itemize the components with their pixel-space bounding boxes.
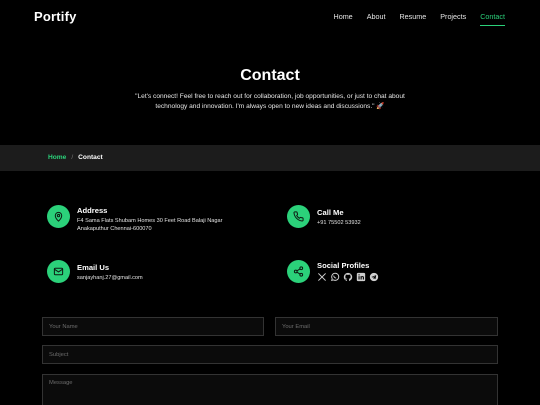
page-title: Contact	[240, 67, 300, 84]
whatsapp-icon[interactable]	[330, 272, 340, 282]
envelope-icon	[47, 260, 70, 283]
address-line-1: F4 Sama Flats Shubam Homes 30 Feet Road …	[77, 218, 223, 224]
github-icon[interactable]	[343, 272, 353, 282]
call-block: Call Me +91 75502 53932	[287, 205, 361, 228]
social-block: Social Profiles	[287, 260, 379, 283]
rocket-emoji: 🚀	[376, 103, 385, 110]
map-pin-icon	[47, 205, 70, 228]
page-intro: "Let's connect! Feel free to reach out f…	[125, 92, 415, 112]
breadcrumb-separator: /	[71, 154, 74, 161]
breadcrumb-bar: Home / Contact	[0, 145, 540, 171]
email-address[interactable]: sanjayhanj.27@gmail.com	[77, 274, 143, 282]
email-block: Email Us sanjayhanj.27@gmail.com	[47, 260, 143, 283]
social-title: Social Profiles	[317, 261, 370, 270]
nav-about[interactable]: About	[367, 12, 386, 24]
call-content: Call Me +91 75502 53932	[317, 205, 361, 228]
site-header: Portify Home About Resume Projects Conta…	[0, 0, 540, 36]
linkedin-icon[interactable]	[356, 272, 366, 282]
phone-number[interactable]: +91 75502 53932	[317, 219, 361, 227]
social-content: Social Profiles	[317, 260, 379, 283]
email-content: Email Us sanjayhanj.27@gmail.com	[77, 260, 143, 283]
nav-contact[interactable]: Contact	[480, 12, 505, 26]
breadcrumb: Home / Contact	[48, 154, 103, 161]
call-title: Call Me	[317, 208, 344, 217]
breadcrumb-home-link[interactable]: Home	[48, 154, 66, 161]
nav-home[interactable]: Home	[334, 12, 353, 24]
breadcrumb-current: Contact	[78, 154, 103, 161]
share-icon	[287, 260, 310, 283]
message-textarea[interactable]	[42, 374, 498, 405]
x-twitter-icon[interactable]	[317, 272, 327, 282]
nav-projects[interactable]: Projects	[440, 12, 466, 24]
intro-text: "Let's connect! Feel free to reach out f…	[135, 93, 405, 110]
address-content: Address F4 Sama Flats Shubam Homes 30 Fe…	[77, 205, 223, 233]
phone-icon	[287, 205, 310, 228]
subject-input[interactable]	[42, 345, 498, 364]
email-input[interactable]	[275, 317, 498, 336]
address-line-2: Anakaputhur Chennai-600070	[77, 226, 152, 232]
main-nav: Home About Resume Projects Contact	[334, 12, 505, 26]
nav-resume[interactable]: Resume	[399, 12, 426, 24]
name-input[interactable]	[42, 317, 264, 336]
address-title: Address	[77, 206, 108, 215]
telegram-icon[interactable]	[369, 272, 379, 282]
site-logo[interactable]: Portify	[34, 9, 77, 24]
email-title: Email Us	[77, 263, 110, 272]
social-links	[317, 272, 379, 282]
address-block: Address F4 Sama Flats Shubam Homes 30 Fe…	[47, 205, 223, 233]
